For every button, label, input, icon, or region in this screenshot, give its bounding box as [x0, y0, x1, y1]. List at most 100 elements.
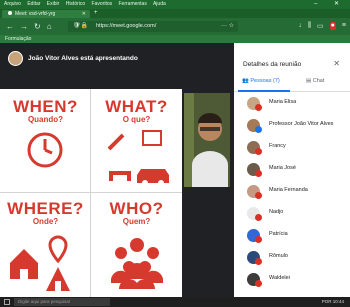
menu-item-edit[interactable]: Editar	[27, 1, 40, 7]
participant-name: Patrícia	[269, 231, 288, 237]
back-icon[interactable]: ←	[6, 22, 14, 31]
places-icon	[10, 235, 70, 291]
list-item[interactable]: Maria Elisa	[234, 95, 350, 117]
new-tab-icon[interactable]: +	[94, 9, 98, 18]
quadrant-title: WHO?	[109, 199, 164, 218]
list-item[interactable]: Francy	[234, 139, 350, 161]
star-icon[interactable]: ··· ☆	[221, 21, 234, 32]
menu-item-file[interactable]: Arquivo	[4, 1, 21, 7]
participant-name: Francy	[269, 143, 286, 149]
muted-badge-icon	[255, 280, 262, 287]
participant-name: Professor João Vitor Alves	[269, 121, 334, 127]
windows-taskbar: Digite aqui para pesquisar POR 10:44	[0, 297, 350, 307]
muted-badge-icon	[255, 104, 262, 111]
start-icon[interactable]	[4, 299, 10, 305]
active-tab-indicator	[238, 90, 290, 92]
toolbar-icons: ↓ ⫼ ▭ ● ≡	[298, 22, 346, 30]
clock[interactable]: 10:44	[333, 299, 344, 304]
muted-badge-icon	[255, 148, 262, 155]
panel-tabs: 👥 Pessoas (7) ▤ Chat	[234, 75, 350, 92]
list-item[interactable]: Nadjo	[234, 205, 350, 227]
menu-item-tools[interactable]: Ferramentas	[119, 1, 147, 7]
quadrant-title: WHAT?	[105, 97, 168, 116]
participant-name: Rômulo	[269, 253, 288, 259]
menu-item-help[interactable]: Ajuda	[153, 1, 166, 7]
list-item[interactable]: Maria Fernanda	[234, 183, 350, 205]
browser-tab-meet[interactable]: Meet: vsd-vrfd-yrg ✕	[2, 10, 90, 18]
quadrant-subtitle: Quando?	[27, 115, 64, 124]
participant-name: Waldelei	[269, 275, 290, 281]
clock-icon	[27, 132, 63, 168]
bookmarks-bar: Formulação	[0, 35, 350, 43]
presenting-badge-icon	[255, 126, 262, 133]
minimize-icon[interactable]: –	[314, 1, 317, 7]
download-icon[interactable]: ↓	[298, 22, 302, 30]
objects-icon	[107, 130, 169, 185]
avatar	[8, 51, 23, 66]
bookmark-item[interactable]: Formulação	[5, 36, 31, 42]
menu-item-bookmarks[interactable]: Favoritos	[92, 1, 113, 7]
menu-item-history[interactable]: Histórico	[66, 1, 85, 7]
slide-quadrant-where: WHERE? Onde?	[0, 193, 91, 297]
list-item[interactable]: Patrícia	[234, 227, 350, 249]
list-item[interactable]: Maria José	[234, 161, 350, 183]
recording-dot-icon	[8, 11, 12, 15]
language-indicator[interactable]: POR	[322, 299, 332, 304]
quadrant-subtitle: O que?	[122, 115, 151, 124]
list-item[interactable]: Waldelei	[234, 271, 350, 293]
muted-badge-icon	[255, 236, 262, 243]
quadrant-title: WHEN?	[13, 97, 78, 116]
slide-quadrant-who: WHO? Quem?	[91, 193, 182, 297]
chat-icon: ▤	[306, 78, 313, 84]
navigation-bar: ← → ↻ ⌂ 🛡🔒 https://meet.google.com/ ··· …	[0, 18, 350, 35]
close-window-icon[interactable]: ✕	[334, 1, 339, 7]
quadrant-title: WHERE?	[7, 199, 84, 218]
muted-badge-icon	[255, 258, 262, 265]
participant-name: Maria Fernanda	[269, 187, 308, 193]
address-bar[interactable]: 🛡🔒 https://meet.google.com/ ··· ☆	[68, 21, 238, 32]
participant-name: Nadjo	[269, 209, 284, 215]
menu-item-view[interactable]: Exibir	[47, 1, 60, 7]
tab-chat-label: Chat	[312, 78, 325, 84]
close-icon[interactable]: ✕	[333, 59, 340, 68]
sidebar-icon[interactable]: ▭	[317, 22, 324, 30]
participant-video-tile[interactable]	[184, 93, 230, 187]
tab-chat[interactable]: ▤ Chat	[306, 78, 324, 84]
quadrant-subtitle: Onde?	[32, 217, 59, 226]
participant-name: Maria José	[269, 165, 296, 171]
people-group-icon	[111, 238, 163, 289]
presenter-banner: João Vitor Alves está apresentando	[8, 51, 138, 66]
panel-title: Detalhes da reunião	[243, 61, 302, 68]
browser-menubar: Arquivo Editar Exibir Histórico Favorito…	[0, 0, 350, 9]
system-tray: POR 10:44	[322, 297, 344, 307]
tab-people[interactable]: 👥 Pessoas (7)	[242, 78, 280, 84]
meeting-details-panel: Detalhes da reunião ✕ 👥 Pessoas (7) ▤ Ch…	[234, 43, 350, 297]
muted-badge-icon	[255, 192, 262, 199]
shield-lock-icon: 🛡🔒	[73, 23, 89, 29]
participant-name: Maria Elisa	[269, 99, 297, 105]
slide-quadrant-when: WHEN? Quando?	[0, 89, 91, 193]
tab-strip: Meet: vsd-vrfd-yrg ✕ +	[0, 9, 350, 18]
muted-badge-icon	[255, 214, 262, 221]
list-item[interactable]: Professor João Vitor Alves	[234, 117, 350, 139]
home-icon[interactable]: ⌂	[47, 22, 52, 31]
taskbar-search[interactable]: Digite aqui para pesquisar	[14, 298, 110, 306]
person-video-icon	[184, 93, 230, 187]
quadrant-subtitle: Quem?	[122, 217, 151, 226]
tab-title: Meet: vsd-vrfd-yrg	[15, 11, 56, 17]
library-icon[interactable]: ⫼	[308, 22, 311, 30]
url-text: https://meet.google.com/	[96, 23, 157, 29]
close-tab-icon[interactable]: ✕	[82, 10, 86, 18]
muted-badge-icon	[255, 170, 262, 177]
tab-people-label: Pessoas (7)	[250, 78, 280, 84]
presenter-label: João Vitor Alves está apresentando	[28, 55, 138, 62]
window-controls: – ✕	[304, 0, 344, 9]
extension-icon[interactable]: ●	[329, 22, 336, 30]
menu-icon[interactable]: ≡	[342, 22, 346, 30]
search-placeholder: Digite aqui para pesquisar	[18, 299, 71, 304]
presentation-slide: WHEN? Quando? WHAT? O que? WHERE? Onde?	[0, 89, 182, 297]
list-item[interactable]: Rômulo	[234, 249, 350, 271]
forward-icon[interactable]: →	[20, 22, 28, 31]
reload-icon[interactable]: ↻	[34, 22, 41, 31]
slide-quadrant-what: WHAT? O que?	[91, 89, 182, 193]
